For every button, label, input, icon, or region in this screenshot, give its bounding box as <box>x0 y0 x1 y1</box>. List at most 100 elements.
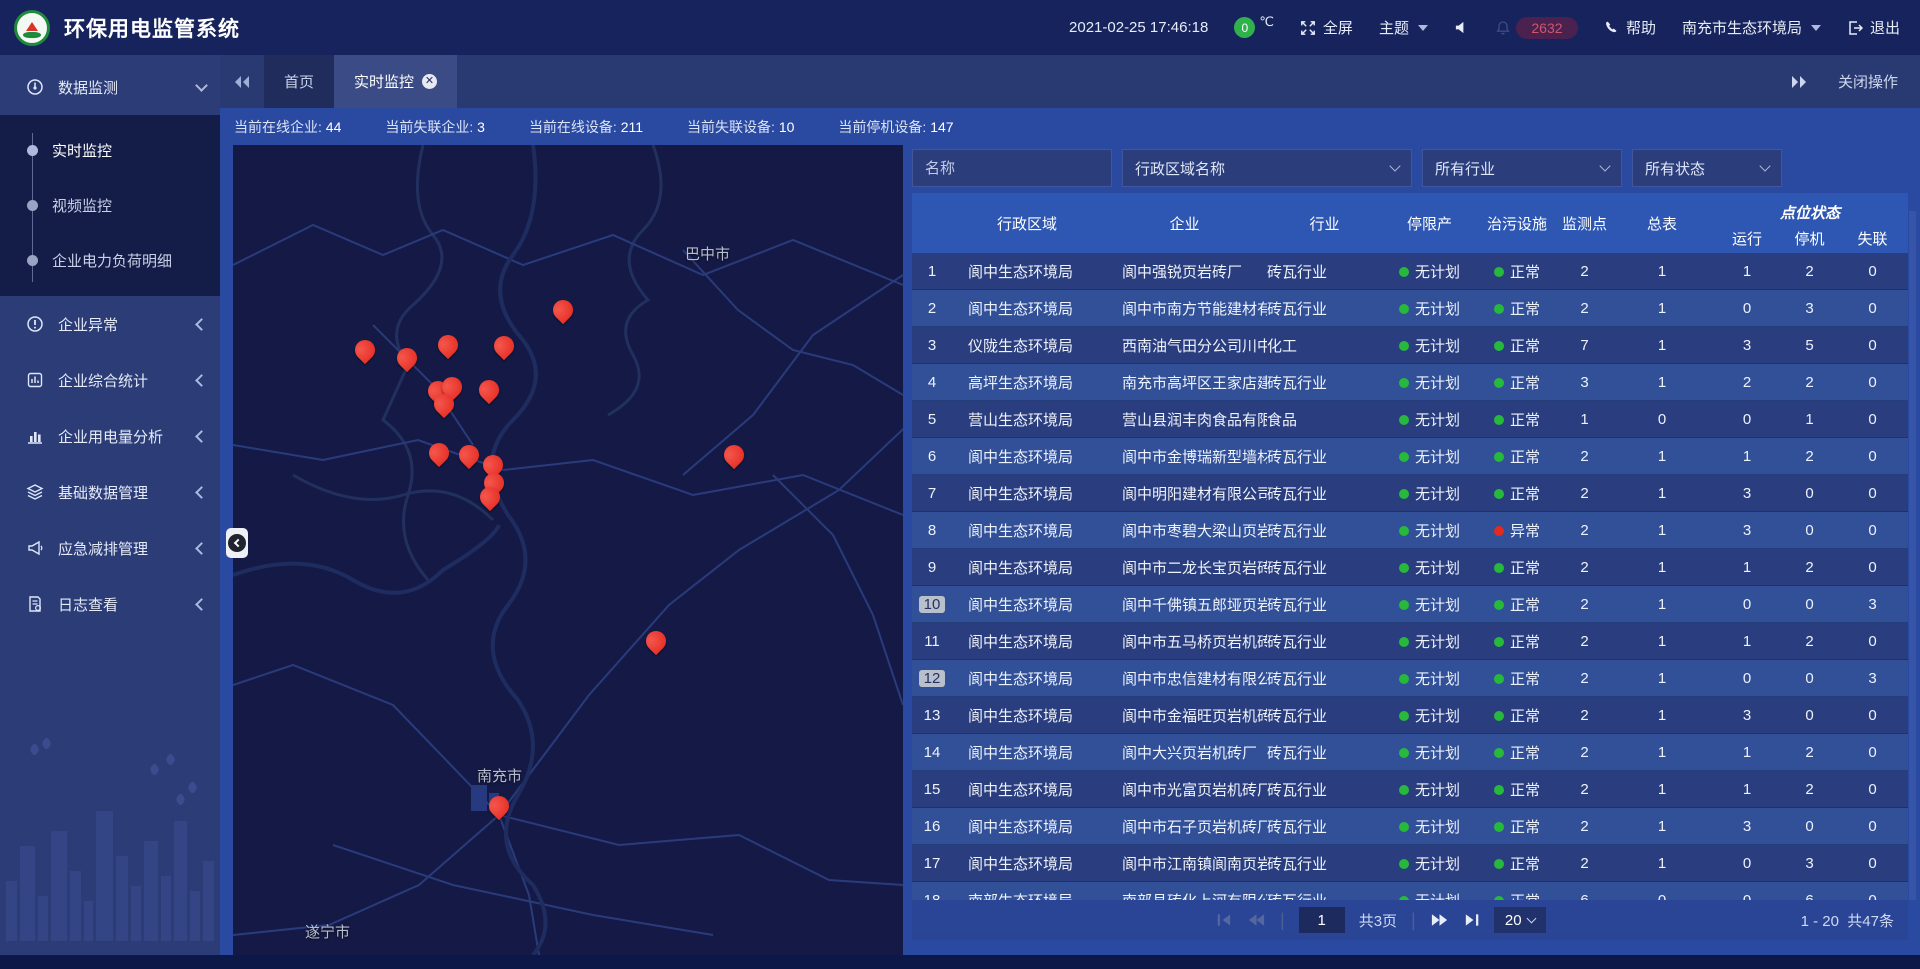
table-row[interactable]: 9阆中生态环境局阆中市二龙长宝页岩砖砖瓦行业无计划正常21120 <box>912 549 1908 586</box>
col-halt: 停机 <box>1782 223 1837 253</box>
sidebar-group-3[interactable]: 企业用电量分析 <box>0 408 220 464</box>
cell-lost: 0 <box>1837 475 1908 512</box>
fullscreen-label: 全屏 <box>1323 17 1353 38</box>
prev-page-button[interactable] <box>1247 912 1266 928</box>
cell-run: 0 <box>1712 290 1782 327</box>
logout-icon <box>1847 20 1863 36</box>
cell-industry: 砖瓦行业 <box>1267 586 1382 623</box>
sidebar-group-5[interactable]: 应急减排管理 <box>0 520 220 576</box>
name-search-input[interactable] <box>912 149 1112 187</box>
table-row[interactable]: 18南部生态环境局南部县砖化上河有限公砖瓦行业无计划正常60060 <box>912 882 1908 902</box>
cell-index: 14 <box>912 734 952 771</box>
map-panel[interactable]: 巴中市南充市遂宁市 <box>233 145 903 955</box>
table-row[interactable]: 6阆中生态环境局阆中市金博瑞新型墙材砖瓦行业无计划正常21120 <box>912 438 1908 475</box>
main-content: 当前在线企业: 44当前失联企业: 3当前在线设备: 211当前失联设备: 10… <box>220 108 1920 955</box>
table-row[interactable]: 1阆中生态环境局阆中强锐页岩砖厂砖瓦行业无计划正常21120 <box>912 253 1908 290</box>
table-scrollbar[interactable] <box>1909 211 1916 900</box>
cell-company: 阆中市江南镇阆南页岩 <box>1102 845 1267 882</box>
sidebar-item-0-2[interactable]: 企业电力负荷明细 <box>0 233 220 288</box>
sidebar-group-6[interactable]: 日志查看 <box>0 576 220 632</box>
table-row[interactable]: 14阆中生态环境局阆中大兴页岩机砖厂砖瓦行业无计划正常21120 <box>912 734 1908 771</box>
cell-total: 1 <box>1612 290 1712 327</box>
cell-run: 3 <box>1712 475 1782 512</box>
sidebar-group-4[interactable]: 基础数据管理 <box>0 464 220 520</box>
logout-button[interactable]: 退出 <box>1847 17 1900 38</box>
close-operations-button[interactable]: 关闭操作 <box>1838 71 1898 92</box>
cell-stop-status: 无计划 <box>1382 697 1477 734</box>
cell-total: 1 <box>1612 475 1712 512</box>
cell-region: 南部生态环境局 <box>952 882 1102 902</box>
row-index: 15 <box>919 781 945 798</box>
tab-1[interactable]: 实时监控✕ <box>334 55 457 108</box>
cell-industry: 砖瓦行业 <box>1267 845 1382 882</box>
tab-close-icon[interactable]: ✕ <box>422 74 437 89</box>
table-row[interactable]: 12阆中生态环境局阆中市忠信建材有限公砖瓦行业无计划正常21003 <box>912 660 1908 697</box>
status-dot-icon <box>1399 859 1409 869</box>
map-collapse-button[interactable] <box>226 528 248 558</box>
status-text: 正常 <box>1510 372 1540 393</box>
sidebar-group-0[interactable]: 数据监测 <box>0 59 220 115</box>
sidebar-item-0-0[interactable]: 实时监控 <box>0 123 220 178</box>
mute-button[interactable] <box>1454 20 1469 35</box>
cell-industry: 砖瓦行业 <box>1267 660 1382 697</box>
double-chevron-right-icon[interactable] <box>1790 75 1808 89</box>
first-page-icon <box>1216 912 1233 928</box>
table-row[interactable]: 8阆中生态环境局阆中市枣碧大梁山页岩砖瓦行业无计划异常21300 <box>912 512 1908 549</box>
stat-item-4: 当前停机设备: 147 <box>838 117 953 137</box>
table-row[interactable]: 16阆中生态环境局阆中市石子页岩机砖厂砖瓦行业无计划正常21300 <box>912 808 1908 845</box>
table-row[interactable]: 4高坪生态环境局南充市高坪区王家店建砖瓦行业无计划正常31220 <box>912 364 1908 401</box>
table-row[interactable]: 11阆中生态环境局阆中市五马桥页岩机砖砖瓦行业无计划正常21120 <box>912 623 1908 660</box>
cell-stop-status: 无计划 <box>1382 808 1477 845</box>
tabs-scroll-left-button[interactable] <box>220 55 264 108</box>
cell-stop-status: 无计划 <box>1382 845 1477 882</box>
cell-lost: 0 <box>1837 290 1908 327</box>
industry-select[interactable]: 所有行业 <box>1422 149 1622 187</box>
sidebar-item-0-1[interactable]: 视频监控 <box>0 178 220 233</box>
status-text: 无计划 <box>1415 742 1460 763</box>
status-dot-icon <box>1399 489 1409 499</box>
table-row[interactable]: 2阆中生态环境局阆中市南方节能建材有砖瓦行业无计划正常21030 <box>912 290 1908 327</box>
table-row[interactable]: 13阆中生态环境局阆中市金福旺页岩机砖砖瓦行业无计划正常21300 <box>912 697 1908 734</box>
table-row[interactable]: 5营山生态环境局营山县润丰肉食品有限食品无计划正常10010 <box>912 401 1908 438</box>
cell-facility-status: 正常 <box>1477 586 1557 623</box>
org-dropdown[interactable]: 南充市生态环境局 <box>1682 17 1821 38</box>
pagination-bar: | 共3页 | 20 1 - 20 共47条 <box>912 900 1908 940</box>
row-index: 3 <box>919 337 945 354</box>
notification-widget[interactable]: 2632 <box>1495 17 1578 39</box>
table-row[interactable]: 17阆中生态环境局阆中市江南镇阆南页岩砖瓦行业无计划正常21030 <box>912 845 1908 882</box>
cell-monitor: 2 <box>1557 808 1612 845</box>
table-row[interactable]: 10阆中生态环境局阆中千佛镇五郎垭页岩砖瓦行业无计划正常21003 <box>912 586 1908 623</box>
total-pages-label: 共3页 <box>1359 910 1397 931</box>
last-page-button[interactable] <box>1463 912 1480 928</box>
status-dot-icon <box>1399 415 1409 425</box>
cell-monitor: 3 <box>1557 364 1612 401</box>
status-text: 正常 <box>1510 483 1540 504</box>
next-page-button[interactable] <box>1430 912 1449 928</box>
page-number-input[interactable] <box>1299 907 1345 933</box>
cell-total: 1 <box>1612 734 1712 771</box>
sidebar-group-2[interactable]: 企业综合统计 <box>0 352 220 408</box>
stat-value: 211 <box>621 119 643 135</box>
logout-label: 退出 <box>1870 17 1900 38</box>
stat-item-3: 当前失联设备: 10 <box>687 117 794 137</box>
theme-dropdown[interactable]: 主题 <box>1379 17 1428 38</box>
cell-lost: 0 <box>1837 734 1908 771</box>
cell-facility-status: 正常 <box>1477 253 1557 290</box>
pagination-info: 1 - 20 共47条 <box>1801 910 1894 931</box>
tab-0[interactable]: 首页 <box>264 55 334 108</box>
table-row[interactable]: 3仪陇生态环境局西南油气田分公司川中化工无计划正常71350 <box>912 327 1908 364</box>
status-select[interactable]: 所有状态 <box>1632 149 1782 187</box>
status-dot-icon <box>1494 415 1504 425</box>
first-page-button[interactable] <box>1216 912 1233 928</box>
region-select[interactable]: 行政区域名称 <box>1122 149 1412 187</box>
help-button[interactable]: 帮助 <box>1604 17 1656 38</box>
cell-run: 1 <box>1712 438 1782 475</box>
page-size-select[interactable]: 20 <box>1494 907 1546 933</box>
cell-monitor: 2 <box>1557 290 1612 327</box>
sidebar-group-1[interactable]: 企业异常 <box>0 296 220 352</box>
table-row[interactable]: 7阆中生态环境局阆中明阳建材有限公司砖瓦行业无计划正常21300 <box>912 475 1908 512</box>
fullscreen-button[interactable]: 全屏 <box>1300 17 1353 38</box>
table-row[interactable]: 15阆中生态环境局阆中市光富页岩机砖厂砖瓦行业无计划正常21120 <box>912 771 1908 808</box>
sidebar-submenu: 实时监控视频监控企业电力负荷明细 <box>0 115 220 296</box>
cell-halt: 1 <box>1782 401 1837 438</box>
